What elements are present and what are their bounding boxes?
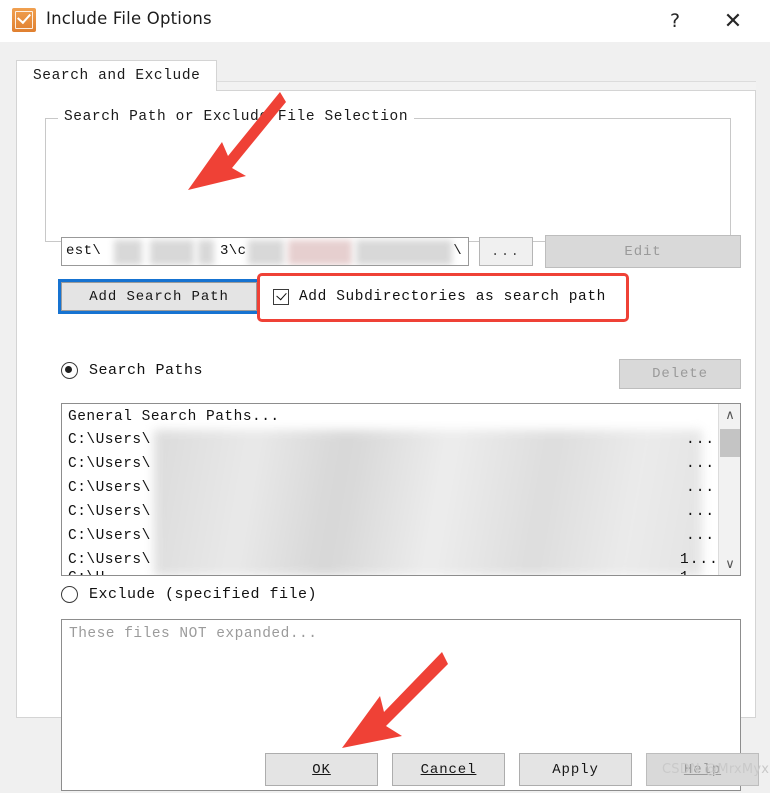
edit-button[interactable]: Edit bbox=[545, 235, 741, 268]
path-input-text-mid: 3\c bbox=[220, 243, 247, 259]
dialog-window: Include File Options ? ✕ Search and Excl… bbox=[0, 0, 770, 793]
list-item-trailing: 1... bbox=[680, 570, 719, 575]
cancel-label: Cancel bbox=[420, 761, 477, 778]
path-input-text: est\ bbox=[66, 243, 102, 259]
radio-icon-selected[interactable] bbox=[61, 362, 78, 379]
ok-button[interactable]: OK bbox=[265, 753, 378, 786]
ok-label: OK bbox=[312, 761, 331, 778]
radio-icon-unselected[interactable] bbox=[61, 586, 78, 603]
apply-label: Apply bbox=[552, 761, 599, 778]
watermark: CSDN @MrxMyx bbox=[662, 762, 770, 777]
path-input-text-end: \ bbox=[453, 243, 462, 259]
close-icon[interactable]: ✕ bbox=[710, 0, 756, 42]
listbox-scrollbar[interactable]: ∧ ∨ bbox=[718, 404, 740, 575]
list-item[interactable]: C:\Users\ bbox=[68, 552, 151, 568]
search-paths-listbox[interactable]: General Search Paths... C:\Users\ C:\Use… bbox=[61, 403, 741, 576]
add-subdirectories-checkbox[interactable]: Add Subdirectories as search path bbox=[273, 283, 606, 311]
list-item[interactable]: C:\Users\ bbox=[68, 528, 151, 544]
apply-button[interactable]: Apply bbox=[519, 753, 632, 786]
list-item[interactable]: C:\Users\ bbox=[68, 480, 151, 496]
radio-search-paths-label: Search Paths bbox=[89, 362, 204, 379]
radio-search-paths[interactable]: Search Paths bbox=[61, 362, 203, 379]
tab-strip: Search and Exclude bbox=[16, 60, 756, 91]
window-title: Include File Options bbox=[46, 9, 212, 28]
list-item[interactable]: C:\Users\ bbox=[68, 432, 151, 448]
list-item-trailing: 1... bbox=[680, 552, 719, 568]
checkbox-icon[interactable] bbox=[273, 289, 289, 305]
add-search-path-button[interactable]: Add Search Path bbox=[58, 279, 260, 314]
tab-page: Search Path or Exclude File Selection es… bbox=[16, 90, 756, 791]
list-item[interactable]: C:\Users\ bbox=[68, 456, 151, 472]
delete-button[interactable]: Delete bbox=[619, 359, 741, 389]
search-path-input[interactable]: est\ 3\c \ bbox=[61, 237, 469, 266]
scroll-down-icon[interactable]: ∨ bbox=[719, 553, 740, 575]
list-item-trailing: ... bbox=[686, 432, 716, 448]
radio-exclude-label: Exclude (specified file) bbox=[89, 586, 318, 603]
scroll-up-icon[interactable]: ∧ bbox=[719, 404, 740, 426]
search-path-groupbox: Search Path or Exclude File Selection bbox=[45, 109, 731, 242]
scrollbar-thumb[interactable] bbox=[720, 429, 740, 457]
list-item[interactable]: C:\U bbox=[68, 570, 105, 575]
title-bar: Include File Options ? ✕ bbox=[0, 0, 770, 42]
cancel-button[interactable]: Cancel bbox=[392, 753, 505, 786]
list-item-trailing: ... bbox=[686, 528, 716, 544]
help-icon[interactable]: ? bbox=[652, 0, 698, 42]
list-header: General Search Paths... bbox=[68, 409, 280, 425]
icon-frame bbox=[15, 11, 33, 29]
redacted-paths-overlay bbox=[154, 430, 702, 575]
radio-exclude[interactable]: Exclude (specified file) bbox=[61, 586, 317, 603]
list-item-trailing: ... bbox=[686, 504, 716, 520]
checkbox-label: Add Subdirectories as search path bbox=[299, 289, 606, 305]
list-item-trailing: ... bbox=[686, 456, 716, 472]
checkbox-orange-icon bbox=[12, 8, 36, 32]
tab-search-and-exclude[interactable]: Search and Exclude bbox=[16, 60, 218, 91]
list-item-trailing: ... bbox=[686, 480, 716, 496]
browse-button[interactable]: ... bbox=[479, 237, 533, 266]
list-item[interactable]: C:\Users\ bbox=[68, 504, 151, 520]
groupbox-title: Search Path or Exclude File Selection bbox=[58, 109, 415, 125]
exclude-hint-text: These files NOT expanded... bbox=[69, 626, 318, 642]
